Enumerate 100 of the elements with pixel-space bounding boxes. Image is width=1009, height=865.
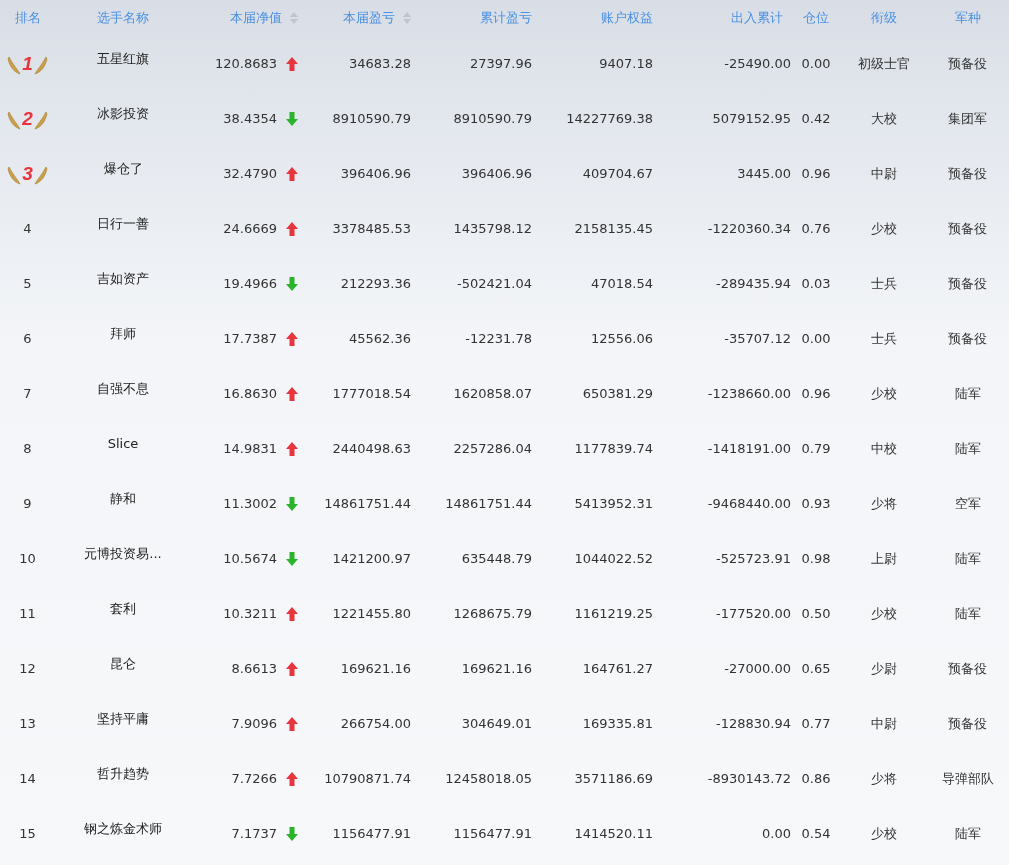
table-cell: 34683.28 — [348, 56, 411, 71]
table-cell: -177520.00 — [716, 606, 791, 621]
table-cell: 预备役 — [948, 659, 987, 678]
column-header[interactable]: 本届净值 — [230, 9, 282, 27]
table-cell: 7.1737 — [231, 826, 277, 841]
rank-number: 1 — [22, 52, 33, 75]
table-cell: 10.5674 — [223, 551, 277, 566]
table-cell: 预备役 — [948, 714, 987, 733]
table-cell: 7.7266 — [231, 771, 277, 786]
rank-number: 15 — [19, 826, 36, 841]
table-cell: 0.96 — [801, 386, 831, 401]
table-cell: 5079152.95 — [712, 111, 791, 126]
table-cell: 11.3002 — [223, 496, 277, 511]
table-cell: 0.54 — [801, 826, 831, 841]
table-cell: -128830.94 — [716, 716, 791, 731]
table-cell: 8910590.79 — [332, 111, 411, 126]
table-cell: 14861751.44 — [324, 496, 411, 511]
table-cell: 1620858.07 — [453, 386, 532, 401]
rank-number: 9 — [23, 496, 32, 511]
column-header[interactable]: 仓位 — [803, 9, 829, 27]
table-cell: 陆军 — [954, 604, 981, 623]
table-cell: 集团军 — [948, 109, 987, 128]
player-name: 坚持平庸 — [97, 709, 149, 728]
player-name: 吉如资产 — [97, 269, 149, 288]
table-cell: 9407.18 — [599, 56, 653, 71]
column-header[interactable]: 衔级 — [870, 9, 897, 27]
column-header[interactable]: 排名 — [14, 9, 41, 27]
table-cell: 16.8630 — [223, 386, 277, 401]
rank-number: 8 — [23, 441, 32, 456]
table-cell: 14861751.44 — [445, 496, 532, 511]
table-cell: 0.03 — [801, 276, 831, 291]
table-cell: 少尉 — [870, 659, 897, 678]
player-name: 拜师 — [110, 324, 136, 343]
rank-number: 2 — [22, 107, 33, 130]
column-header[interactable]: 账户权益 — [601, 9, 653, 27]
table-cell: 空军 — [954, 494, 981, 513]
table-cell: 陆军 — [954, 824, 981, 843]
table-cell: 中尉 — [870, 714, 897, 733]
player-name: 爆仓了 — [103, 159, 143, 178]
column-header[interactable]: 军种 — [954, 9, 981, 27]
table-cell: 3378485.53 — [332, 221, 411, 236]
table-cell: 396406.96 — [340, 166, 411, 181]
rank-number: 3 — [22, 162, 33, 185]
table-cell: 27397.96 — [469, 56, 532, 71]
table-cell: 45562.36 — [348, 331, 411, 346]
player-name: 套利 — [110, 599, 136, 618]
table-cell: 10790871.74 — [324, 771, 411, 786]
column-header[interactable]: 选手名称 — [97, 9, 149, 27]
table-cell: 1221455.80 — [332, 606, 411, 621]
column-header[interactable]: 本届盈亏 — [343, 9, 395, 27]
player-name: 冰影投资 — [97, 104, 149, 123]
table-cell: 预备役 — [948, 274, 987, 293]
rank-number: 14 — [19, 771, 36, 786]
column-header[interactable]: 累计盈亏 — [480, 9, 532, 27]
table-cell: 大校 — [870, 109, 897, 128]
table-cell: 0.76 — [801, 221, 831, 236]
table-cell: 635448.79 — [461, 551, 532, 566]
table-cell: 陆军 — [954, 549, 981, 568]
table-cell: 0.50 — [801, 606, 831, 621]
table-cell: -8930143.72 — [707, 771, 791, 786]
player-name: 哲升趋势 — [97, 764, 149, 783]
rank-number: 5 — [23, 276, 32, 291]
table-cell: 120.8683 — [214, 56, 277, 71]
table-cell: 少校 — [870, 824, 897, 843]
sort-icon[interactable] — [290, 12, 298, 24]
table-cell: 10.3211 — [223, 606, 277, 621]
table-cell: 650381.29 — [582, 386, 653, 401]
table-cell: 中校 — [870, 439, 897, 458]
player-name: 自强不息 — [97, 379, 149, 398]
table-cell: 0.00 — [801, 331, 831, 346]
column-header[interactable]: 出入累计 — [731, 9, 783, 27]
table-cell: -25490.00 — [724, 56, 791, 71]
table-cell: 8910590.79 — [453, 111, 532, 126]
table-cell: 164761.27 — [582, 661, 653, 676]
table-cell: 3445.00 — [737, 166, 791, 181]
table-cell: 1177839.74 — [574, 441, 653, 456]
table-cell: 士兵 — [870, 274, 897, 293]
table-cell: -289435.94 — [716, 276, 791, 291]
table-cell: 预备役 — [948, 329, 987, 348]
table-cell: 14.9831 — [223, 441, 277, 456]
table-cell: 1156477.91 — [332, 826, 411, 841]
table-cell: 304649.01 — [461, 716, 532, 731]
table-cell: 12458018.05 — [445, 771, 532, 786]
table-cell: 169621.16 — [461, 661, 532, 676]
sort-icon[interactable] — [403, 12, 411, 24]
table-cell: 0.77 — [801, 716, 831, 731]
table-cell: 少将 — [870, 494, 897, 513]
table-cell: 2158135.45 — [574, 221, 653, 236]
table-cell: 少校 — [870, 219, 897, 238]
table-cell: -502421.04 — [457, 276, 532, 291]
table-cell: 1161219.25 — [574, 606, 653, 621]
table-cell: 0.65 — [801, 661, 831, 676]
table-cell: 409704.67 — [582, 166, 653, 181]
table-cell: 0.79 — [801, 441, 831, 456]
player-name: 五星红旗 — [97, 49, 149, 68]
table-cell: 预备役 — [948, 164, 987, 183]
table-cell: 1044022.52 — [574, 551, 653, 566]
table-cell: 少校 — [870, 384, 897, 403]
table-cell: -9468440.00 — [707, 496, 791, 511]
table-cell: 1268675.79 — [453, 606, 532, 621]
